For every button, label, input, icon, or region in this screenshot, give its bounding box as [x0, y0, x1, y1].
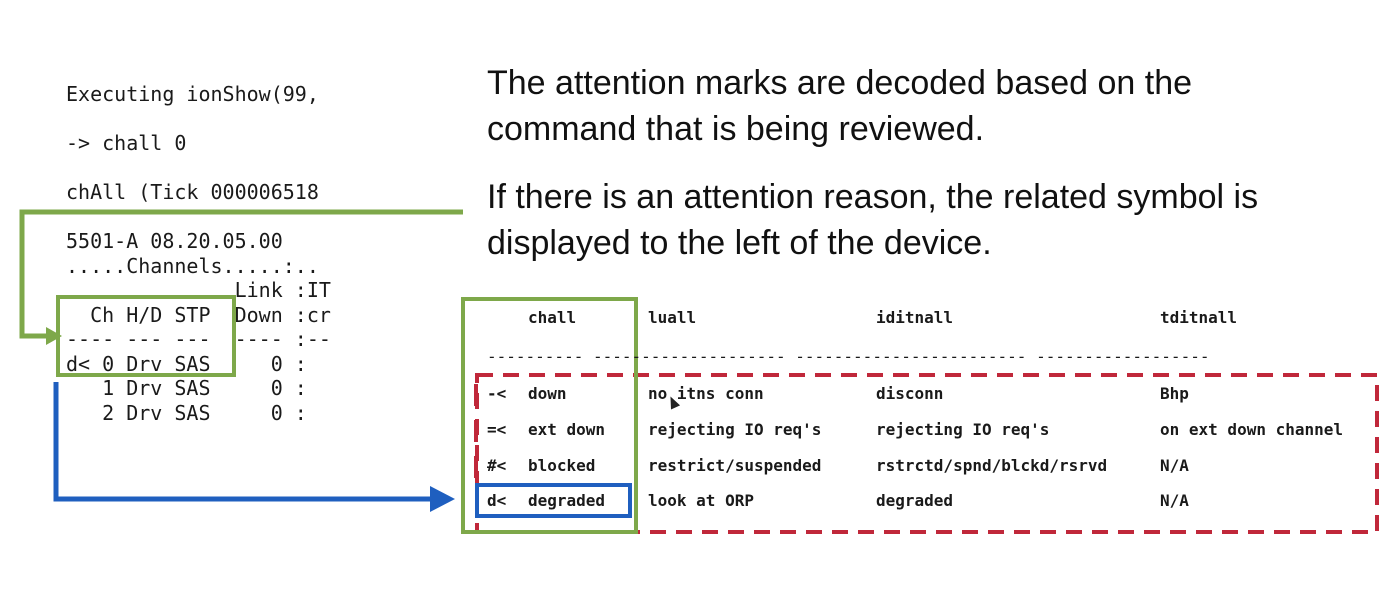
table-cell: look at ORP — [648, 491, 754, 510]
table-cell: ext down — [528, 420, 606, 439]
table-header: tditnall — [1160, 308, 1238, 327]
table-cell: -< — [487, 384, 507, 403]
table-cell: N/A — [1160, 456, 1189, 475]
terminal-highlight-box — [56, 295, 236, 377]
table-cell: blocked — [528, 456, 596, 475]
table-cell: degraded — [528, 491, 606, 510]
table-cell: restrict/suspended — [648, 456, 822, 475]
blue-arrowhead — [430, 486, 455, 512]
table-cell: =< — [487, 420, 507, 439]
table-separator: ---------- -------------------- --------… — [487, 347, 1210, 366]
table-cell: rstrctd/spnd/blckd/rsrvd — [876, 456, 1108, 475]
table-header: iditnall — [876, 308, 954, 327]
table-header: chall — [528, 308, 577, 327]
table-cell: Bhp — [1160, 384, 1189, 403]
table-header: luall — [648, 308, 697, 327]
table-cell: rejecting IO req's — [876, 420, 1050, 439]
blue-connector-arrow — [53, 382, 432, 502]
table-cell: N/A — [1160, 491, 1189, 510]
table-cell: d< — [487, 491, 507, 510]
table-cell: on ext down channel — [1160, 420, 1344, 439]
table-cell: down — [528, 384, 567, 403]
table-cell: no itns conn — [648, 384, 764, 403]
attention-marker — [474, 384, 478, 406]
table-cell: disconn — [876, 384, 944, 403]
table-cell: #< — [487, 456, 507, 475]
attention-marker — [474, 456, 478, 478]
attention-marker — [474, 420, 478, 442]
green-connector-arrow — [19, 209, 463, 339]
table-cell: degraded — [876, 491, 954, 510]
table-cell: rejecting IO req's — [648, 420, 822, 439]
